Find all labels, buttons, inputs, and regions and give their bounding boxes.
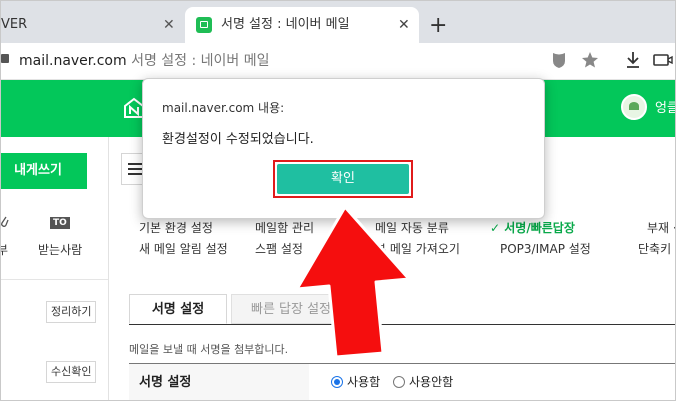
- ok-button[interactable]: 확인: [277, 164, 409, 194]
- shield-icon[interactable]: [551, 51, 567, 74]
- hamburger-line: [128, 163, 142, 165]
- radio-use-label[interactable]: 사용함: [347, 373, 380, 390]
- tab-label: VER: [1, 17, 28, 32]
- hamburger-line: [128, 173, 142, 175]
- compose-label: 내게쓰기: [14, 163, 62, 178]
- download-icon[interactable]: [625, 51, 641, 74]
- attachment-icon[interactable]: [1, 214, 9, 232]
- alert-dialog: mail.naver.com 내용: 환경설정이 수정되었습니다. 확인: [142, 78, 545, 219]
- tab-signature-settings[interactable]: 서명 설정 : 네이버 메일 ✕: [185, 7, 419, 43]
- close-icon[interactable]: ✕: [398, 7, 410, 43]
- browser-window: VER ✕ 서명 설정 : 네이버 메일 ✕ + mail.naver.com …: [0, 0, 676, 401]
- tab-strip: VER ✕ 서명 설정 : 네이버 메일 ✕ +: [1, 1, 675, 43]
- menu-basic-settings[interactable]: 기본 환경 설정: [139, 219, 213, 236]
- radio-not-use-label[interactable]: 사용안함: [409, 373, 453, 390]
- user-name[interactable]: 엉클: [655, 80, 675, 137]
- menu-signature-quick-reply[interactable]: ✓ 서명/빠른답장: [490, 219, 575, 236]
- signature-description: 메일을 보낼 때 서명을 첨부합니다.: [129, 343, 289, 356]
- sidebar-border: [108, 137, 109, 400]
- hamburger-line: [128, 168, 142, 170]
- sidebar-label-attachment[interactable]: 부: [1, 241, 8, 258]
- new-tab-button[interactable]: +: [429, 11, 447, 41]
- menu-shortcuts[interactable]: 단축키: [638, 240, 671, 257]
- dialog-message: 환경설정이 수정되었습니다.: [162, 132, 314, 147]
- avatar[interactable]: [621, 94, 647, 120]
- tab-signature[interactable]: 서명 설정: [129, 294, 227, 324]
- signature-row-label: 서명 설정: [139, 375, 192, 390]
- ok-button-highlight: 확인: [273, 160, 413, 198]
- close-icon[interactable]: ✕: [163, 7, 175, 43]
- to-badge-icon[interactable]: TO: [50, 217, 70, 229]
- url-text[interactable]: mail.naver.com 서명 설정 : 네이버 메일: [19, 43, 270, 79]
- red-arrow-icon: [295, 207, 411, 357]
- menu-out-of-office[interactable]: 부재 ·: [647, 219, 675, 236]
- bookmark-star-icon[interactable]: [581, 51, 599, 74]
- address-bar[interactable]: mail.naver.com 서명 설정 : 네이버 메일: [1, 43, 675, 80]
- lock-icon: [1, 54, 9, 63]
- menu-new-mail-alert[interactable]: 새 메일 알림 설정: [139, 240, 228, 257]
- tab-label: 서명 설정 : 네이버 메일: [221, 17, 350, 32]
- read-receipt-button[interactable]: 수신확인: [46, 361, 97, 383]
- sidebar-divider: [1, 279, 108, 280]
- tab-naver[interactable]: VER ✕: [1, 7, 183, 43]
- url-domain: mail.naver.com: [19, 53, 127, 69]
- cleanup-button[interactable]: 정리하기: [46, 301, 97, 323]
- compose-to-self-button[interactable]: 내게쓰기: [1, 153, 87, 189]
- url-page-title: 서명 설정 : 네이버 메일: [131, 53, 270, 69]
- naver-mail-favicon-icon: [196, 17, 212, 33]
- radio-use[interactable]: [331, 376, 343, 388]
- radio-not-use[interactable]: [393, 376, 405, 388]
- screen-cast-icon[interactable]: [653, 51, 673, 74]
- sidebar-label-recipient[interactable]: 받는사람: [38, 241, 82, 258]
- menu-pop3-imap[interactable]: POP3/IMAP 설정: [500, 240, 591, 257]
- dialog-title: mail.naver.com 내용:: [162, 101, 285, 115]
